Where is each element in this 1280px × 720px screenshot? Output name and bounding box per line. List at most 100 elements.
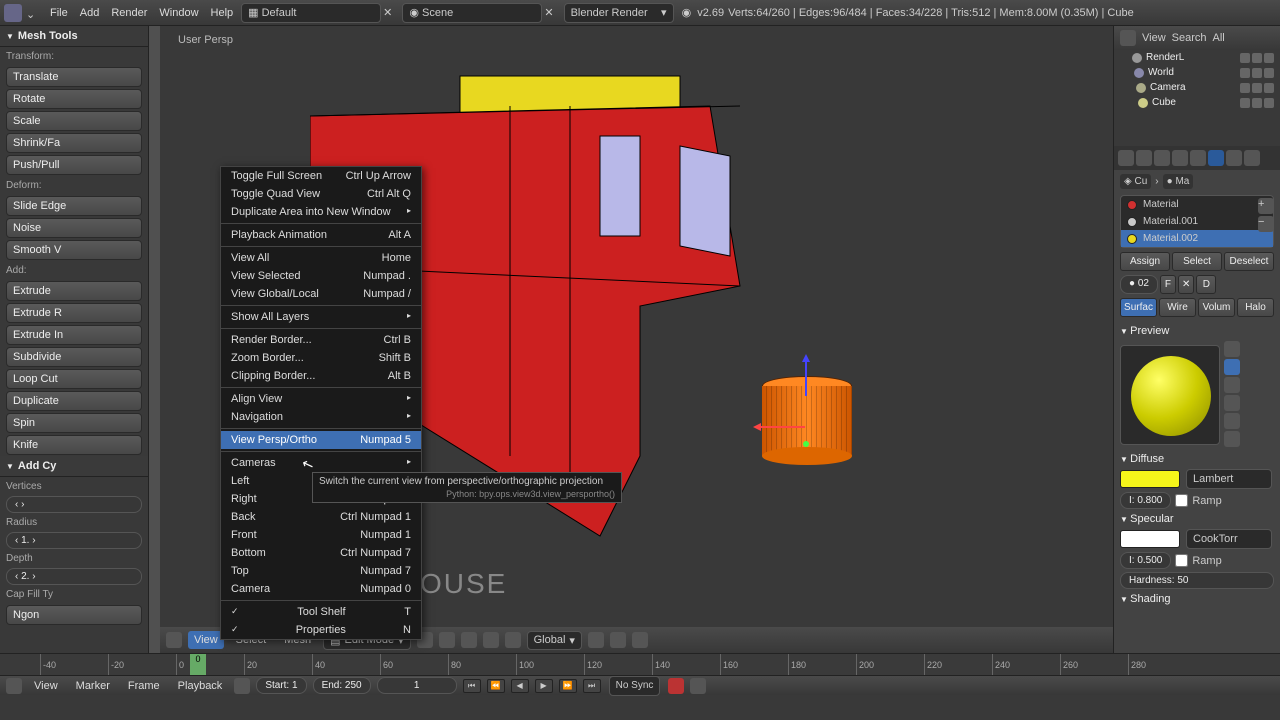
loopcut-button[interactable]: Loop Cut — [6, 369, 142, 389]
ctx-tool-shelf[interactable]: Tool ShelfT — [221, 603, 421, 621]
specular-color[interactable] — [1120, 530, 1180, 548]
preview-monkey-icon[interactable] — [1224, 395, 1240, 411]
tab-layers-icon[interactable] — [1136, 150, 1152, 166]
extrude-i-button[interactable]: Extrude In — [6, 325, 142, 345]
ctx-view-persp-ortho[interactable]: View Persp/OrthoNumpad 5 — [221, 431, 421, 449]
deselect-button[interactable]: Deselect — [1224, 252, 1274, 271]
preview-header[interactable]: Preview — [1120, 321, 1274, 341]
outliner-search[interactable]: Search — [1172, 32, 1207, 44]
tab-render-icon[interactable] — [1118, 150, 1134, 166]
material-slot-material-002[interactable]: Material.002 — [1121, 230, 1273, 247]
bc-object[interactable]: ◈ Cu — [1120, 174, 1151, 189]
render-engine-dropdown[interactable]: Blender Render▾ — [564, 3, 674, 23]
current-frame-field[interactable]: 1 — [377, 677, 457, 694]
tab-material-icon[interactable] — [1208, 150, 1224, 166]
material-slot-list[interactable]: MaterialMaterial.001Material.002 — [1120, 195, 1274, 248]
outliner-item-renderl[interactable]: RenderL — [1114, 50, 1280, 65]
jump-start-icon[interactable]: ⏮ — [463, 679, 481, 693]
ctx-back[interactable]: BackCtrl Numpad 1 — [221, 508, 421, 526]
specular-ramp-checkbox[interactable] — [1175, 554, 1188, 567]
timeline-cursor[interactable]: 0 — [190, 654, 206, 675]
material-slot-material[interactable]: Material — [1121, 196, 1273, 213]
scene-dropdown[interactable]: ◉ Scene — [402, 3, 542, 23]
face-select-icon[interactable] — [505, 632, 521, 648]
outliner-item-camera[interactable]: Camera — [1114, 80, 1280, 95]
operator-header[interactable]: Add Cy — [0, 456, 148, 477]
rotate-button[interactable]: Rotate — [6, 89, 142, 109]
ctx-show-all-layers[interactable]: Show All Layers — [221, 308, 421, 326]
tl-range-icon[interactable] — [234, 678, 250, 694]
gizmo-z-axis[interactable] — [805, 356, 807, 396]
menu-add[interactable]: Add — [74, 3, 106, 23]
ctx-view-all[interactable]: View AllHome — [221, 249, 421, 267]
diffuse-intensity-field[interactable]: I: 0.800 — [1120, 492, 1171, 509]
tab-physics-icon[interactable] — [1244, 150, 1260, 166]
play-reverse-icon[interactable]: ◀ — [511, 679, 529, 693]
surface-tab[interactable]: Surfac — [1120, 298, 1157, 317]
assign-button[interactable]: Assign — [1120, 252, 1170, 271]
keying-set-icon[interactable] — [690, 678, 706, 694]
menu-help[interactable]: Help — [205, 3, 240, 23]
translate-button[interactable]: Translate — [6, 67, 142, 87]
diffuse-model-dropdown[interactable]: Lambert — [1186, 469, 1272, 489]
menu-render[interactable]: Render — [105, 3, 153, 23]
ctx-zoom-border-[interactable]: Zoom Border...Shift B — [221, 349, 421, 367]
volume-tab[interactable]: Volum — [1198, 298, 1235, 317]
tab-object-icon[interactable] — [1190, 150, 1206, 166]
timeline-ruler[interactable]: 0 -40-2002040608010012014016018020022024… — [0, 654, 1280, 676]
outliner-type-icon[interactable] — [1120, 30, 1136, 46]
gizmo-y-axis[interactable] — [803, 441, 809, 447]
pivot-icon[interactable] — [439, 632, 455, 648]
jump-end-icon[interactable]: ⏭ — [583, 679, 601, 693]
diffuse-ramp-checkbox[interactable] — [1175, 494, 1188, 507]
key-prev-icon[interactable]: ⏪ — [487, 679, 505, 693]
tl-marker[interactable]: Marker — [70, 677, 116, 695]
vertices-field[interactable]: ‹ › — [6, 496, 142, 513]
depth-field[interactable]: ‹ 2. › — [6, 568, 142, 585]
tl-frame[interactable]: Frame — [122, 677, 166, 695]
slide-edge-button[interactable]: Slide Edge — [6, 196, 142, 216]
ctx-cameras[interactable]: Cameras — [221, 454, 421, 472]
material-slot-material-001[interactable]: Material.001 — [1121, 213, 1273, 230]
tl-playback[interactable]: Playback — [172, 677, 229, 695]
tab-scene-icon[interactable] — [1154, 150, 1170, 166]
hardness-field[interactable]: Hardness: 50 — [1120, 572, 1274, 589]
material-remove-icon[interactable]: − — [1258, 216, 1274, 232]
info-editor-dropdown-icon[interactable]: ⌄ — [26, 8, 36, 18]
ctx-camera[interactable]: CameraNumpad 0 — [221, 580, 421, 598]
halo-tab[interactable]: Halo — [1237, 298, 1274, 317]
mesh-tools-header[interactable]: Mesh Tools — [0, 26, 148, 47]
ctx-render-border-[interactable]: Render Border...Ctrl B — [221, 331, 421, 349]
scale-button[interactable]: Scale — [6, 111, 142, 131]
ctx-view-selected[interactable]: View SelectedNumpad . — [221, 267, 421, 285]
mat-delete-icon[interactable]: ✕ — [1178, 275, 1194, 294]
tab-world-icon[interactable] — [1172, 150, 1188, 166]
fake-user-button[interactable]: F — [1160, 275, 1176, 294]
timeline-type-icon[interactable] — [6, 678, 22, 694]
ctx-navigation[interactable]: Navigation — [221, 408, 421, 426]
extrude-r-button[interactable]: Extrude R — [6, 303, 142, 323]
extrude-button[interactable]: Extrude — [6, 281, 142, 301]
outliner-item-cube[interactable]: Cube — [1114, 95, 1280, 110]
scene-add-icon[interactable]: ✕ — [544, 6, 553, 19]
subdivide-button[interactable]: Subdivide — [6, 347, 142, 367]
shading-header[interactable]: Shading — [1120, 589, 1274, 609]
vertex-select-icon[interactable] — [461, 632, 477, 648]
ctx-properties[interactable]: PropertiesN — [221, 621, 421, 639]
gizmo-x-axis[interactable] — [755, 426, 805, 428]
bc-material[interactable]: ● Ma — [1163, 174, 1194, 189]
autokey-icon[interactable] — [668, 678, 684, 694]
orientation-dropdown[interactable]: Global▾ — [527, 631, 582, 650]
start-frame-field[interactable]: Start: 1 — [256, 677, 306, 694]
ctx-duplicate-area-into-new-window[interactable]: Duplicate Area into New Window — [221, 203, 421, 221]
ctx-clipping-border-[interactable]: Clipping Border...Alt B — [221, 367, 421, 385]
duplicate-button[interactable]: Duplicate — [6, 391, 142, 411]
play-icon[interactable]: ▶ — [535, 679, 553, 693]
layers-icon[interactable] — [588, 632, 604, 648]
snap-icon[interactable] — [610, 632, 626, 648]
ctx-view-global-local[interactable]: View Global/LocalNumpad / — [221, 285, 421, 303]
ctx-top[interactable]: TopNumpad 7 — [221, 562, 421, 580]
preview-hair-icon[interactable] — [1224, 413, 1240, 429]
preview-world-icon[interactable] — [1224, 431, 1240, 447]
outliner-item-world[interactable]: World — [1114, 65, 1280, 80]
